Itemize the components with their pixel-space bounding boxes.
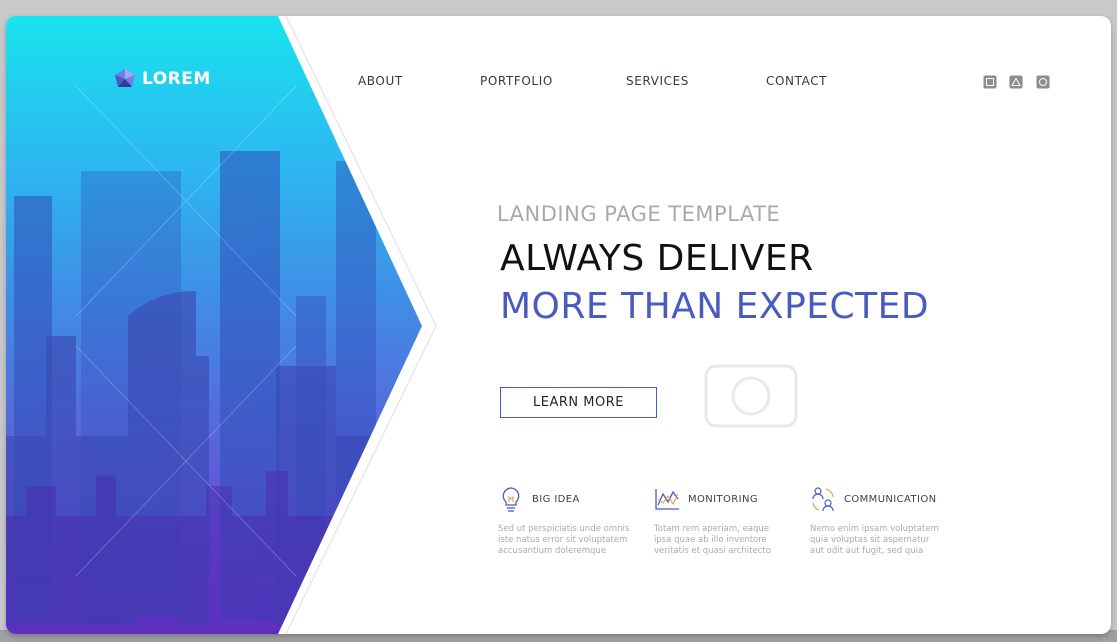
learn-more-button[interactable]: LEARN MORE bbox=[500, 387, 657, 418]
feature-description: Sed ut perspiciatis unde omnis iste natu… bbox=[498, 524, 630, 556]
city-skyline-illustration bbox=[6, 85, 422, 634]
people-cycle-icon bbox=[812, 487, 834, 512]
hero-subtitle: LANDING PAGE TEMPLATE bbox=[497, 202, 781, 226]
circle-social-icon[interactable] bbox=[1036, 75, 1050, 89]
nav-item-portfolio[interactable]: PORTFOLIO bbox=[480, 74, 553, 88]
landing-page-card: LOREM ABOUT PORTFOLIO SERVICES CONTACT L… bbox=[6, 16, 1111, 634]
feature-communication: COMMUNICATION Nemo enim ipsam voluptatem… bbox=[810, 484, 960, 557]
feature-title: MONITORING bbox=[688, 493, 759, 505]
feature-title: BIG IDEA bbox=[532, 493, 580, 505]
feature-title: COMMUNICATION bbox=[844, 493, 937, 505]
nav-item-contact[interactable]: CONTACT bbox=[766, 74, 827, 88]
feature-description: Nemo enim ipsam voluptatem quia voluptas… bbox=[810, 524, 939, 556]
nav-item-about[interactable]: ABOUT bbox=[358, 74, 403, 88]
feature-big-idea: BIG IDEA Sed ut perspiciatis unde omnis … bbox=[498, 484, 648, 557]
watermark-camera-icon bbox=[704, 364, 798, 428]
feature-monitoring: MONITORING Totam rem aperiam, eaque ipsa… bbox=[654, 484, 804, 557]
nav-item-services[interactable]: SERVICES bbox=[626, 74, 689, 88]
hero-city-image bbox=[6, 16, 422, 634]
triangle-social-icon[interactable] bbox=[1009, 75, 1023, 89]
page: { "logo": { "text": "LOREM", "icon": "po… bbox=[0, 0, 1117, 642]
feature-description: Totam rem aperiam, eaque ipsa quae ab il… bbox=[654, 524, 771, 556]
hero-headline-line1: ALWAYS DELIVER bbox=[500, 238, 814, 279]
hero-headline-line2: MORE THAN EXPECTED bbox=[500, 286, 930, 327]
logo[interactable]: LOREM bbox=[114, 68, 211, 90]
square-social-icon[interactable] bbox=[983, 75, 997, 89]
logo-text: LOREM bbox=[142, 69, 211, 89]
lightbulb-icon bbox=[502, 487, 520, 512]
polygon-logo-icon bbox=[115, 69, 135, 87]
chart-monitoring-icon bbox=[655, 489, 679, 510]
